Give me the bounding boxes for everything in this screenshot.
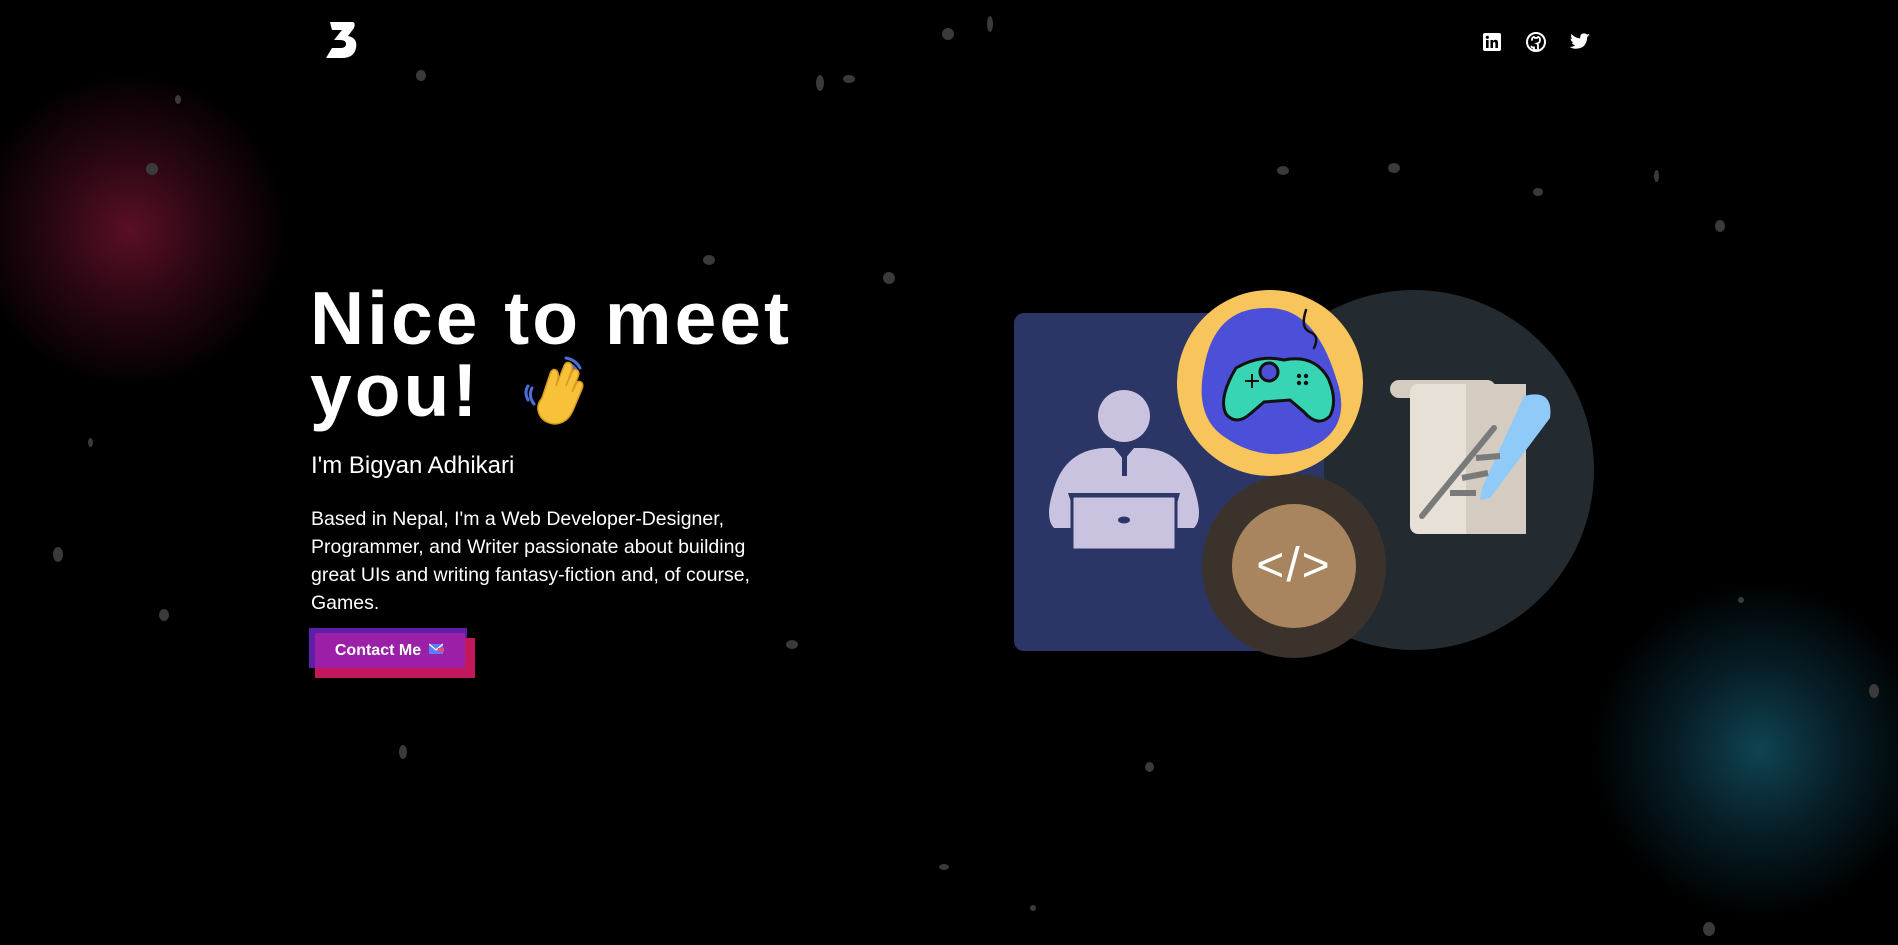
social-links xyxy=(1480,30,1592,54)
linkedin-icon xyxy=(1483,33,1501,51)
hero-title-line2: you! xyxy=(310,348,481,432)
twitter-link[interactable] xyxy=(1568,30,1592,54)
brand-logo[interactable] xyxy=(324,20,362,60)
contact-button-wrapper: Contact Me xyxy=(309,628,477,678)
hero-illustration: </> xyxy=(1014,288,1594,658)
waving-hand-icon xyxy=(520,352,600,432)
background-glow-red xyxy=(0,70,290,390)
code-badge-label: </> xyxy=(1256,539,1332,592)
hero-bio: Based in Nepal, I'm a Web Developer-Desi… xyxy=(311,508,750,614)
gamepad-badge xyxy=(1177,290,1363,476)
envelope-icon xyxy=(428,643,445,658)
contact-me-button[interactable]: Contact Me xyxy=(315,633,465,668)
hero-subtitle: I'm Bigyan Adhikari xyxy=(311,452,515,479)
twitter-icon xyxy=(1569,33,1590,49)
github-icon xyxy=(1526,32,1546,52)
background-glow-teal xyxy=(1590,580,1898,920)
linkedin-link[interactable] xyxy=(1480,30,1504,54)
logo-icon xyxy=(326,22,357,58)
contact-me-label: Contact Me xyxy=(334,641,422,659)
github-link[interactable] xyxy=(1524,30,1548,54)
